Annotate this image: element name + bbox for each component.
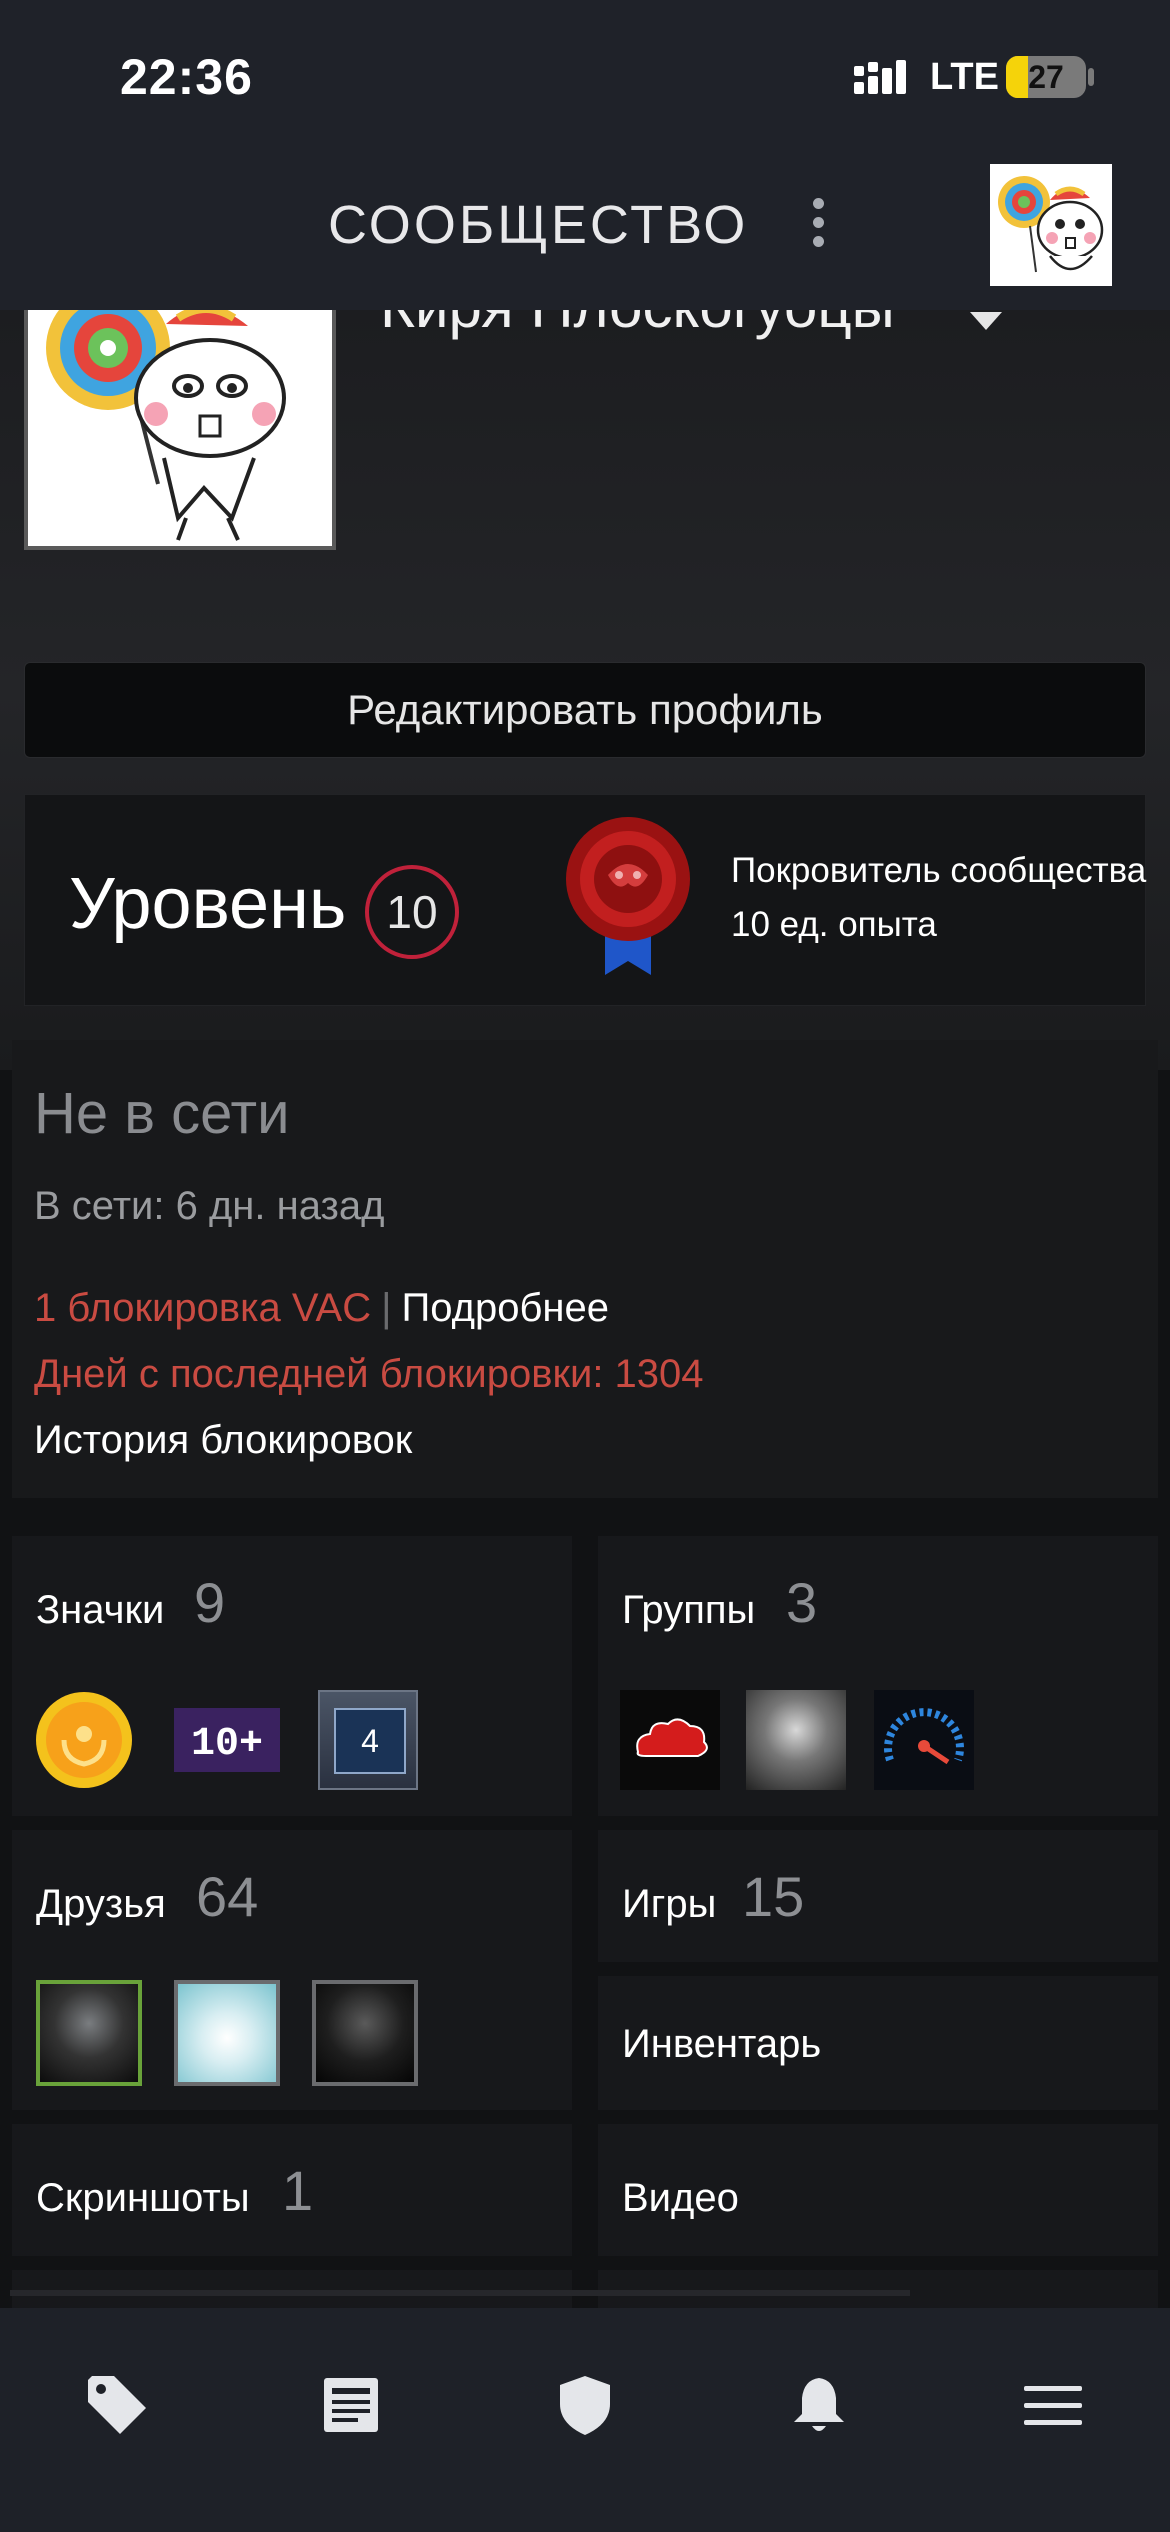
- wax-seal-badge-icon: [566, 817, 690, 975]
- level-panel[interactable]: Уровень 10 Покровитель сообщества 10 ед.…: [24, 794, 1146, 1006]
- status-panel: Не в сети В сети: 6 дн. назад 1 блокиров…: [12, 1040, 1158, 1498]
- badges-tile[interactable]: Значки 9 10+ 4: [12, 1536, 572, 1816]
- badges-label: Значки: [36, 1588, 165, 1632]
- anime-girl-group-icon: [746, 1690, 846, 1790]
- scroll-indicator: [10, 2290, 910, 2296]
- badge-title: Покровитель сообщества: [731, 851, 1147, 890]
- badges-count: 9: [194, 1571, 226, 1634]
- news-icon[interactable]: [318, 2372, 384, 2438]
- inventory-tile[interactable]: Инвентарь: [598, 1976, 1158, 2110]
- level-label: Уровень: [69, 864, 347, 944]
- ten-plus-badge-icon: 10+: [174, 1708, 280, 1772]
- svg-text:10+: 10+: [191, 1722, 263, 1767]
- years-service-badge-icon: 4: [318, 1690, 418, 1790]
- vac-line: 1 блокировка VAC | Подробнее: [34, 1286, 609, 1331]
- groups-count: 3: [786, 1571, 818, 1634]
- speedometer-group-icon: [874, 1690, 974, 1790]
- shield-icon[interactable]: [552, 2372, 618, 2438]
- games-count: 15: [742, 1865, 805, 1928]
- vac-bans: 1 блокировка VAC: [34, 1286, 372, 1330]
- status-bar: 22:36 LTE 27: [0, 0, 1170, 150]
- games-tile[interactable]: Игры 15: [598, 1830, 1158, 1962]
- level-number: 10: [386, 886, 438, 938]
- signal-icon: [854, 60, 906, 94]
- years-badge-number: 4: [334, 1708, 406, 1774]
- videos-tile[interactable]: Видео: [598, 2124, 1158, 2256]
- friends-count: 64: [196, 1865, 259, 1928]
- inventory-label: Инвентарь: [622, 2022, 822, 2066]
- bell-icon[interactable]: [786, 2372, 852, 2438]
- groups-tile[interactable]: Группы 3: [598, 1536, 1158, 1816]
- gold-coin-badge-icon: [36, 1692, 132, 1788]
- friends-label: Друзья: [36, 1882, 166, 1926]
- edit-profile-button[interactable]: Редактировать профиль: [24, 662, 1146, 758]
- days-since-ban: Дней с последней блокировки: 1304: [34, 1352, 704, 1396]
- battery-percent: 27: [1028, 59, 1064, 95]
- akatsuki-cloud-group-icon: [620, 1690, 720, 1790]
- avatar-bunny-icon: [998, 176, 1104, 273]
- network-type: LTE: [930, 56, 999, 98]
- friend-avatar-2[interactable]: [174, 1980, 280, 2086]
- groups-label: Группы: [622, 1588, 756, 1632]
- app-header: СООБЩЕСТВО: [0, 150, 1170, 310]
- page-title: СООБЩЕСТВО: [328, 195, 749, 255]
- vac-separator: |: [381, 1286, 392, 1330]
- battery-icon: 27: [1006, 56, 1086, 98]
- badge-xp: 10 ед. опыта: [731, 905, 937, 944]
- videos-label: Видео: [622, 2176, 739, 2220]
- bottom-nav: [0, 2308, 1170, 2532]
- level-badge: 10: [365, 865, 459, 959]
- battery-tip: [1088, 68, 1094, 86]
- friends-tile[interactable]: Друзья 64: [12, 1830, 572, 2110]
- username-dropdown-icon[interactable]: [970, 312, 1002, 330]
- last-online: В сети: 6 дн. назад: [34, 1184, 385, 1228]
- screenshots-label: Скриншоты: [36, 2176, 250, 2220]
- vac-details-link[interactable]: Подробнее: [402, 1286, 609, 1330]
- edit-profile-label: Редактировать профиль: [347, 686, 823, 733]
- games-label: Игры: [622, 1882, 717, 1926]
- header-avatar[interactable]: [990, 164, 1112, 286]
- profile-avatar[interactable]: [24, 308, 336, 550]
- status-time: 22:36: [120, 49, 253, 105]
- friend-avatar-3[interactable]: [312, 1980, 418, 2086]
- avatar-bunny-lollipop-icon: [46, 308, 286, 541]
- online-status: Не в сети: [34, 1081, 290, 1146]
- screenshots-count: 1: [282, 2159, 314, 2222]
- friend-avatar-1[interactable]: [36, 1980, 142, 2086]
- tag-icon[interactable]: [84, 2372, 150, 2438]
- menu-icon[interactable]: [1020, 2372, 1086, 2438]
- screenshots-tile[interactable]: Скриншоты 1: [12, 2124, 572, 2256]
- ban-history-link[interactable]: История блокировок: [34, 1418, 412, 1463]
- kebab-icon[interactable]: [808, 198, 828, 258]
